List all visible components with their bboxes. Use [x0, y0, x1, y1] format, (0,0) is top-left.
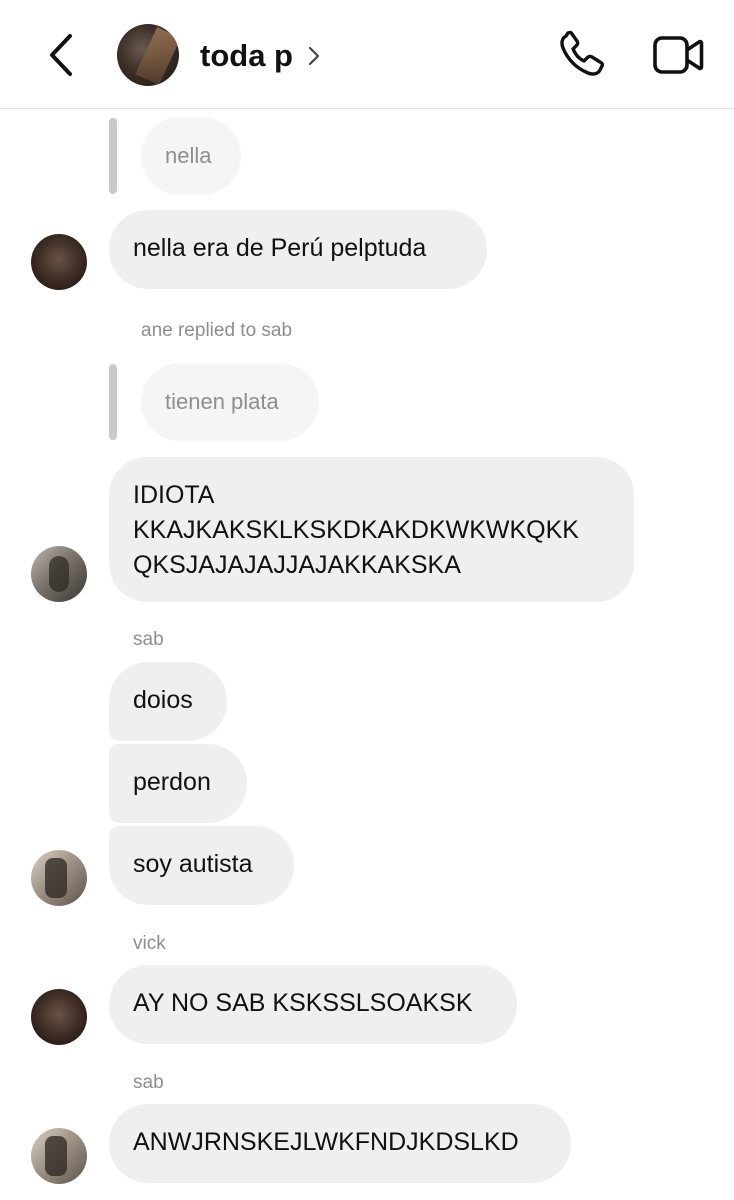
video-camera-icon	[653, 36, 704, 74]
back-button[interactable]	[40, 30, 84, 80]
sender-name: sab	[133, 629, 164, 650]
message-bubble[interactable]: nella era de Perú pelptuda	[109, 210, 487, 289]
message-line: KKAJKAKSKLKSKDKAKDKWKWKQKK	[133, 516, 579, 544]
video-call-button[interactable]	[652, 34, 704, 76]
sender-avatar[interactable]	[31, 546, 87, 602]
group-avatar[interactable]	[117, 24, 179, 86]
message-bubble[interactable]: soy autista	[109, 826, 294, 905]
voice-call-button[interactable]	[556, 30, 606, 80]
chat-title: toda p	[200, 38, 293, 73]
sender-avatar[interactable]	[31, 234, 87, 290]
quoted-message[interactable]: nella	[141, 117, 241, 195]
chat-screen: toda p nella nella era de Perú pelptuda …	[0, 0, 734, 1200]
sender-avatar[interactable]	[31, 1128, 87, 1184]
message-bubble[interactable]: IDIOTA KKAJKAKSKLKSKDKAKDKWKWKQKK QKSJAJ…	[109, 457, 634, 602]
sender-name: sab	[133, 1072, 164, 1093]
reply-indicator-bar	[109, 364, 117, 440]
quoted-message[interactable]: tienen plata	[141, 363, 319, 441]
sender-avatar[interactable]	[31, 989, 87, 1045]
reply-indicator-bar	[109, 118, 117, 194]
chevron-right-icon	[308, 46, 320, 66]
chat-title-button[interactable]: toda p	[200, 34, 321, 78]
sender-name: vick	[133, 933, 166, 954]
message-line: IDIOTA	[133, 481, 215, 509]
message-bubble[interactable]: ANWJRNSKEJLWKFNDJKDSLKD	[109, 1104, 571, 1183]
message-bubble[interactable]: doios	[109, 662, 227, 741]
message-bubble[interactable]: perdon	[109, 744, 247, 823]
message-bubble[interactable]: AY NO SAB KSKSSLSOAKSK	[109, 965, 517, 1044]
message-line: QKSJAJAJAJJAJAKKAKSKA	[133, 551, 461, 579]
chat-header: toda p	[0, 0, 734, 109]
phone-icon	[560, 30, 605, 76]
chevron-left-icon	[50, 34, 72, 76]
sender-avatar[interactable]	[31, 850, 87, 906]
reply-label: ane replied to sab	[141, 320, 293, 341]
